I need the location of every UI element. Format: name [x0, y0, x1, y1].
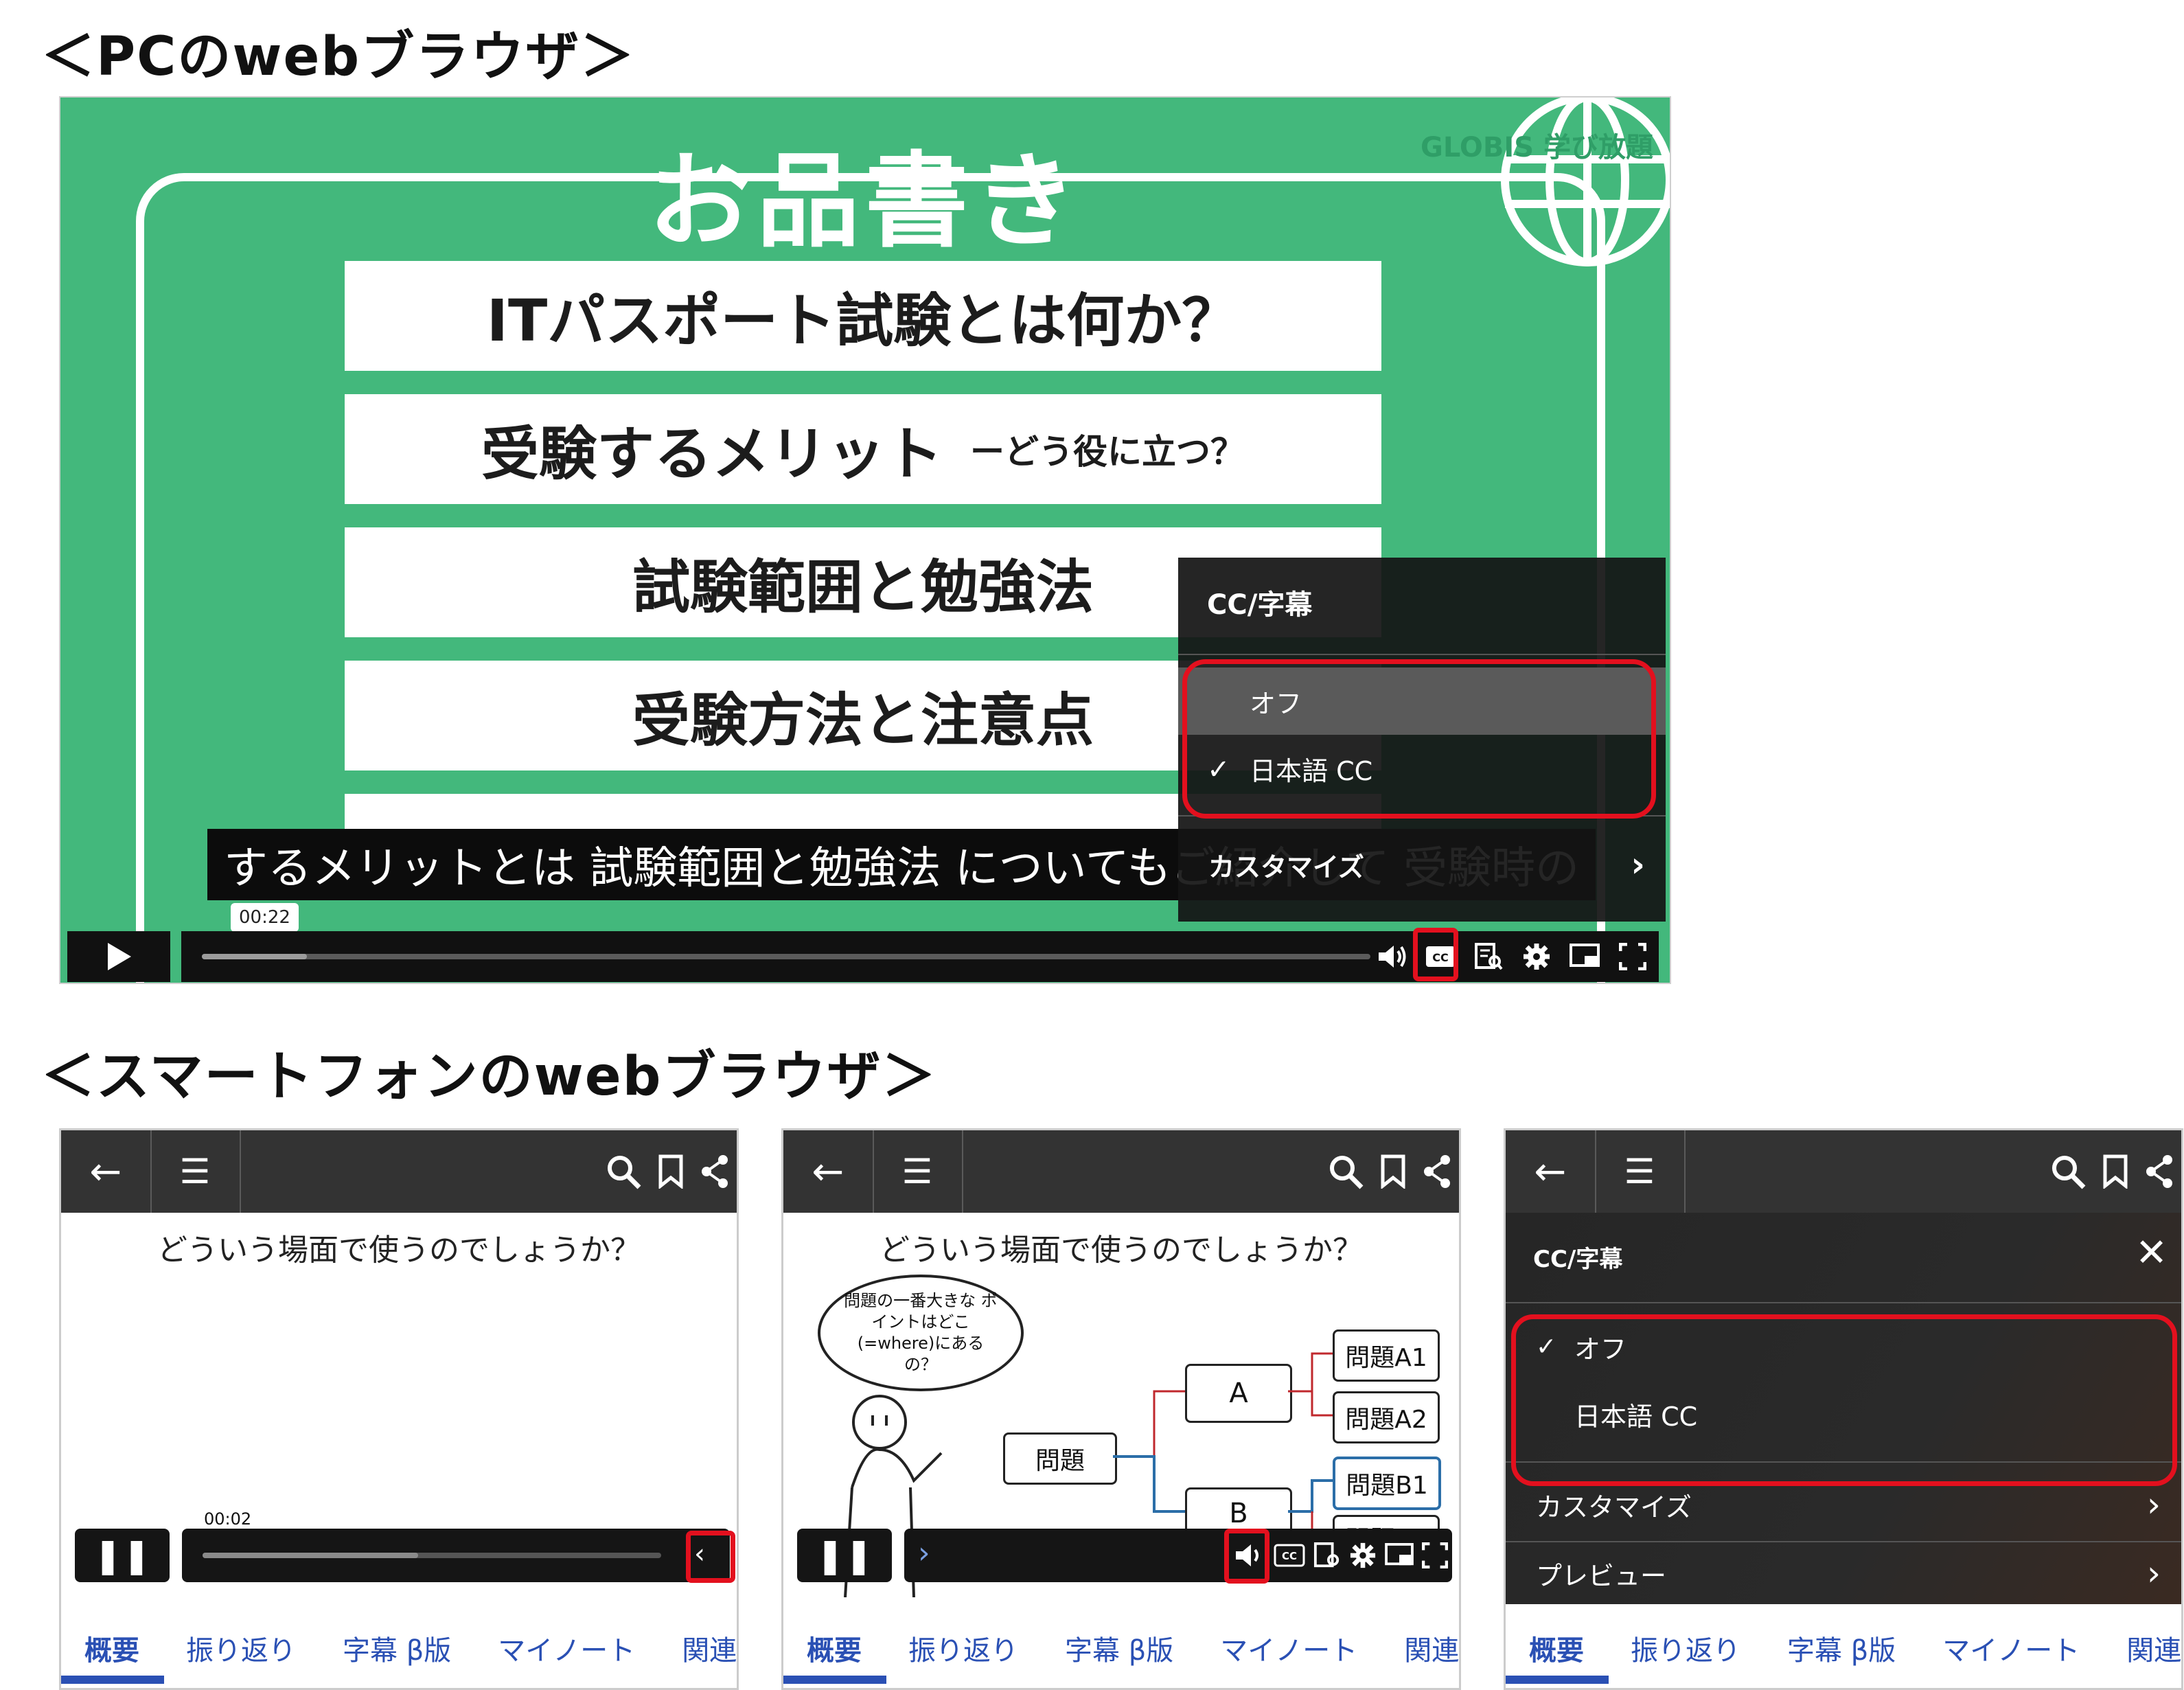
- list-icon[interactable]: ☰: [150, 1130, 241, 1213]
- share-icon[interactable]: [700, 1154, 730, 1189]
- time-tooltip: 00:22: [231, 903, 299, 932]
- pc-browser-heading: ＜PCのwebブラウザ＞: [41, 26, 636, 88]
- title-rule-right: [1094, 173, 1533, 180]
- cc-menu-divider: [1178, 654, 1666, 655]
- menu-item-2-sub: ーどう役に立つ？: [970, 432, 1245, 472]
- pause-button[interactable]: ❚❚: [75, 1529, 170, 1582]
- settings-icon[interactable]: [1517, 937, 1556, 976]
- cc-menu-divider: [1506, 1302, 2181, 1303]
- tab-overview[interactable]: 概要: [1506, 1628, 1607, 1668]
- seek-bar-played: [202, 954, 308, 959]
- title-rule-left: [198, 173, 692, 180]
- bookmark-icon[interactable]: [657, 1154, 685, 1189]
- back-arrow-icon[interactable]: ←: [61, 1130, 152, 1213]
- phone-top-bar: ← ☰: [61, 1130, 737, 1213]
- search-icon[interactable]: [2049, 1153, 2087, 1190]
- tab-related[interactable]: 関連コー: [658, 1628, 737, 1668]
- active-tab-indicator: [61, 1676, 164, 1684]
- tab-my-notes[interactable]: マイノート: [474, 1628, 658, 1668]
- highlight-cc-button: [1413, 928, 1458, 981]
- cc-preview-item[interactable]: プレビュー ›: [1506, 1542, 2181, 1604]
- play-button[interactable]: [67, 931, 170, 982]
- cc-menu-title: CC/字幕: [1533, 1246, 1623, 1273]
- pause-icon: ❚❚: [93, 1535, 151, 1575]
- phone-screen-2: ← ☰ どういう場面で使うのでしょうか？ 問題の一番大きな ポイントはどこ (=…: [781, 1128, 1461, 1690]
- cc-preview-label: プレビュー: [1536, 1560, 1667, 1591]
- active-tab-indicator: [1506, 1676, 1609, 1684]
- volume-icon[interactable]: [1373, 937, 1412, 976]
- cc-customize-label: カスタマイズ: [1208, 852, 1364, 882]
- list-icon[interactable]: ☰: [1595, 1130, 1686, 1213]
- highlight-cc-options: [1511, 1314, 2177, 1486]
- share-icon[interactable]: [2144, 1154, 2174, 1189]
- play-icon: [108, 943, 131, 970]
- cc-customize-label: カスタマイズ: [1536, 1492, 1692, 1522]
- close-icon[interactable]: ✕: [2135, 1231, 2168, 1275]
- cc-customize-item[interactable]: カスタマイズ ›: [1178, 831, 1666, 898]
- cc-menu-title: CC/字幕: [1207, 589, 1313, 621]
- tab-related[interactable]: 関連コー: [1381, 1628, 1459, 1668]
- active-tab-indicator: [783, 1676, 886, 1684]
- phone-screen-3: ← ☰ CC/字幕 ✕ ✓ オフ 日本語 CC カスタマイズ › プレビュー ›: [1504, 1128, 2183, 1690]
- transcript-icon[interactable]: [1469, 937, 1508, 976]
- pc-video-player[interactable]: お品書き GLOBIS 学び放題 ITパスポート試験とは何か？ 受験するメリット…: [59, 96, 1671, 984]
- phone-top-actions: [605, 1130, 730, 1213]
- phone-progress-area: ‹: [182, 1529, 730, 1582]
- pause-button[interactable]: ❚❚: [797, 1529, 892, 1582]
- seek-bar[interactable]: [202, 954, 1370, 959]
- highlight-cc-options: [1182, 659, 1656, 819]
- tab-subtitles[interactable]: 字幕 β版: [1764, 1628, 1919, 1668]
- pause-icon: ❚❚: [816, 1535, 873, 1575]
- phone-player-controls: ❚❚ › CC: [797, 1529, 1452, 1582]
- transcript-icon[interactable]: [1313, 1542, 1341, 1569]
- menu-item-1: ITパスポート試験とは何か？: [345, 261, 1381, 371]
- chevron-right-icon[interactable]: ›: [918, 1535, 930, 1571]
- tab-review[interactable]: 振り返り: [1607, 1628, 1764, 1668]
- menu-item-1-label: ITパスポート試験とは何か？: [486, 286, 1240, 354]
- seek-bar-played: [203, 1553, 418, 1558]
- seek-bar[interactable]: [203, 1553, 661, 1558]
- highlight-cc-button: [1224, 1529, 1269, 1584]
- phone-control-bar: › CC: [904, 1529, 1452, 1582]
- menu-item-2: 受験するメリット ーどう役に立つ？: [345, 394, 1381, 504]
- settings-icon[interactable]: [1349, 1542, 1377, 1569]
- bookmark-icon[interactable]: [2102, 1154, 2129, 1189]
- menu-item-2-label: 受験するメリット: [481, 420, 943, 488]
- chevron-right-icon: ›: [1631, 845, 1645, 884]
- tab-overview[interactable]: 概要: [61, 1628, 163, 1668]
- chevron-right-icon: ›: [2147, 1553, 2161, 1593]
- tab-related[interactable]: 関連コー: [2103, 1628, 2181, 1668]
- menu-item-3-label: 試験範囲と勉強法: [632, 553, 1094, 621]
- pip-icon[interactable]: [1385, 1543, 1414, 1568]
- globe-logo-icon: [1501, 98, 1670, 266]
- globis-logo-text: GLOBIS 学び放題: [1420, 132, 1653, 163]
- tab-subtitles[interactable]: 字幕 β版: [1042, 1628, 1197, 1668]
- smartphone-browser-heading: ＜スマートフォンのwebブラウザ＞: [41, 1046, 937, 1108]
- phone-top-bar: ← ☰: [1506, 1130, 2181, 1213]
- tab-my-notes[interactable]: マイノート: [1197, 1628, 1381, 1668]
- tab-overview[interactable]: 概要: [783, 1628, 885, 1668]
- cc-icon[interactable]: CC: [1274, 1544, 1305, 1567]
- tab-review[interactable]: 振り返り: [163, 1628, 319, 1668]
- fullscreen-icon[interactable]: [1613, 937, 1652, 976]
- back-arrow-icon[interactable]: ←: [1506, 1130, 1596, 1213]
- slide-title: お品書き: [647, 142, 1083, 262]
- search-icon[interactable]: [605, 1153, 642, 1190]
- svg-text:CC: CC: [1282, 1550, 1297, 1562]
- chevron-right-icon: ›: [2147, 1485, 2161, 1525]
- fullscreen-icon[interactable]: [1422, 1542, 1448, 1568]
- menu-item-4-label: 受験方法と注意点: [632, 686, 1094, 754]
- phone-player-controls: ❚❚ ‹: [75, 1529, 730, 1582]
- tab-my-notes[interactable]: マイノート: [1919, 1628, 2103, 1668]
- tab-review[interactable]: 振り返り: [885, 1628, 1042, 1668]
- phone-top-actions: [2049, 1130, 2174, 1213]
- phone-screen-1: ← ☰ どういう場面で使うのでしょうか？ 00:02 ❚❚ ‹ 概要 振り返り …: [59, 1128, 739, 1690]
- pip-icon[interactable]: [1565, 937, 1604, 976]
- time-tooltip: 00:02: [197, 1507, 259, 1531]
- highlight-expand-button: [686, 1531, 735, 1583]
- slide-title: どういう場面で使うのでしょうか？: [157, 1233, 641, 1268]
- tab-subtitles[interactable]: 字幕 β版: [319, 1628, 474, 1668]
